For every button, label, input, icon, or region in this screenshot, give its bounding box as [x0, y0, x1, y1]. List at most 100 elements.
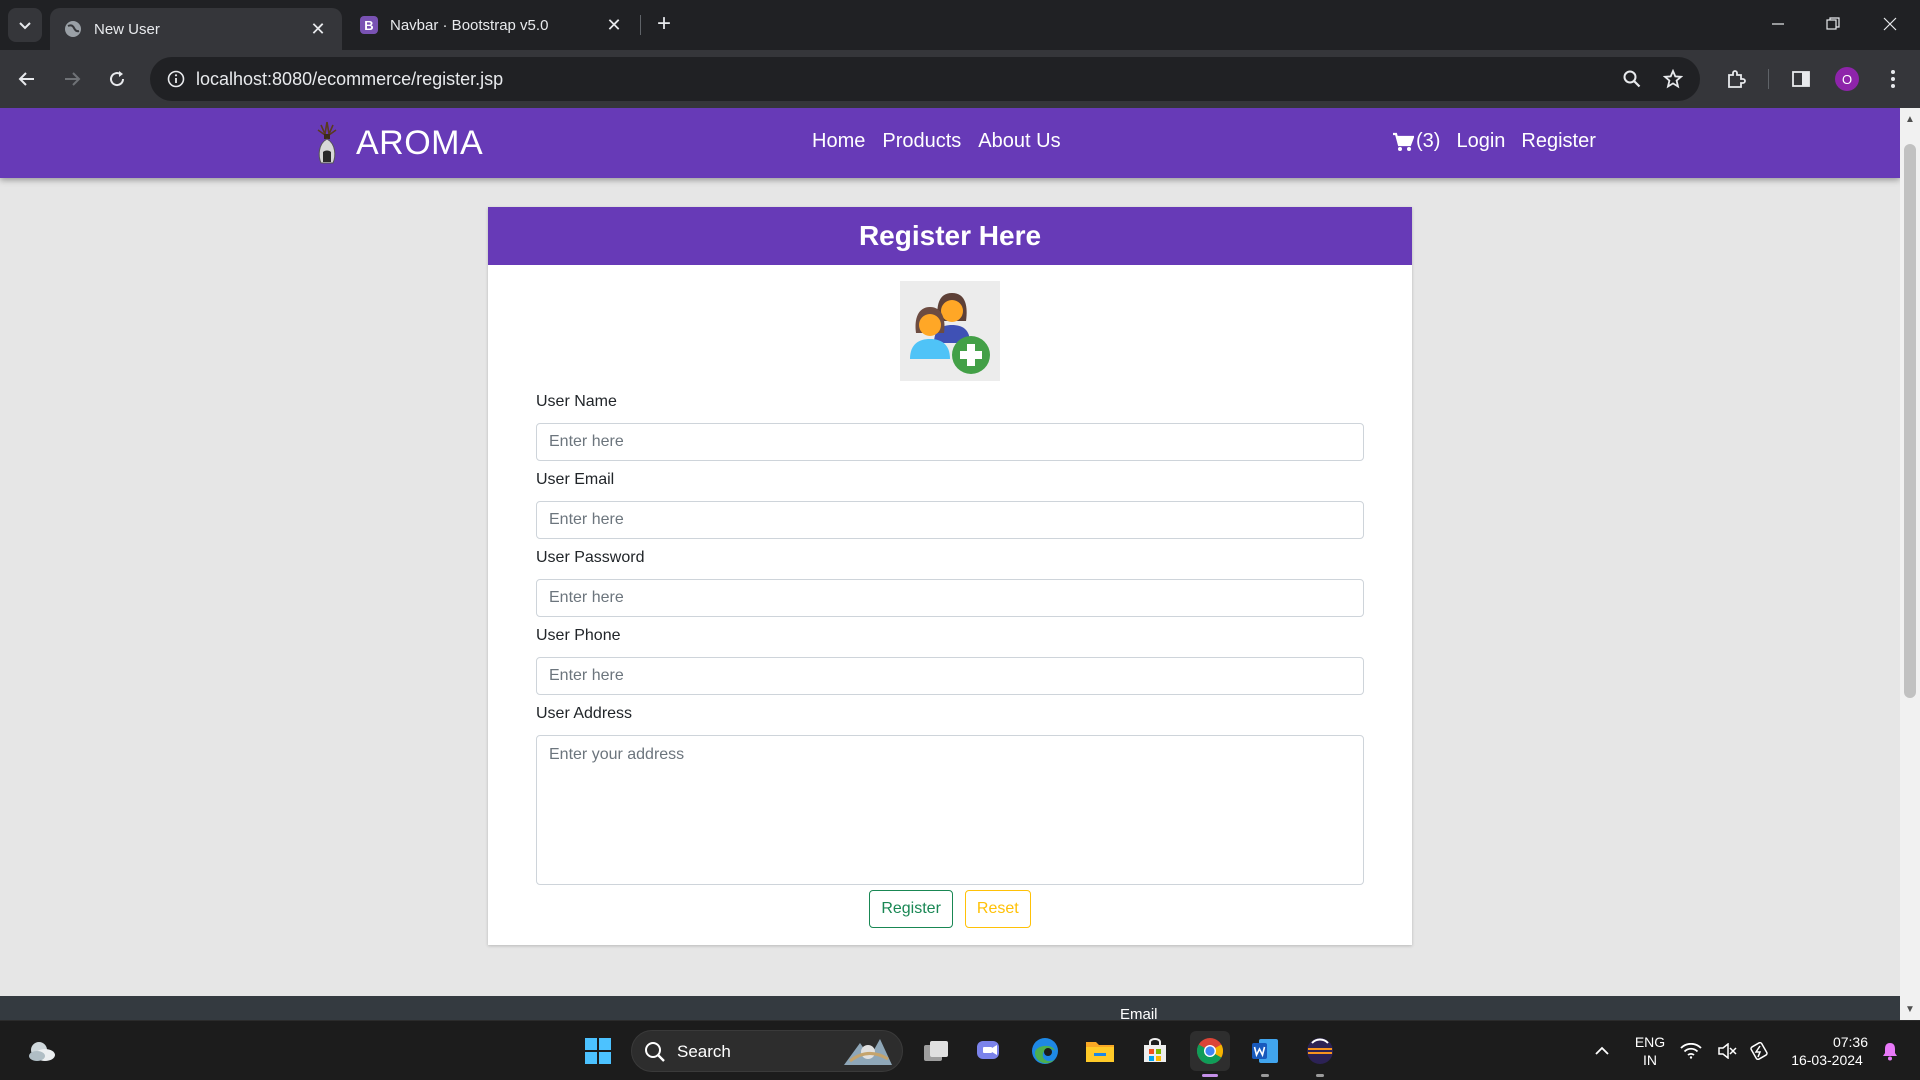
- nav-link-login[interactable]: Login: [1456, 130, 1505, 153]
- phone-group: User Phone: [536, 627, 1364, 695]
- plus-icon: +: [656, 10, 671, 37]
- minimize-button[interactable]: [1758, 8, 1798, 40]
- shopping-cart-icon: [1393, 132, 1414, 151]
- edge-browser-icon[interactable]: [1025, 1031, 1065, 1071]
- task-view-icon[interactable]: [916, 1031, 956, 1071]
- address-label: User Address: [536, 705, 633, 722]
- phone-label: User Phone: [536, 627, 621, 644]
- profile-avatar[interactable]: O: [1835, 67, 1859, 91]
- tab-title: Navbar · Bootstrap v5.0: [390, 16, 549, 34]
- username-label: User Name: [536, 393, 617, 410]
- tab-title: New User: [94, 20, 160, 38]
- arrow-right-icon: [65, 72, 81, 86]
- teams-chat-icon[interactable]: [970, 1031, 1010, 1071]
- phone-input[interactable]: [536, 657, 1364, 695]
- email-group: User Email: [536, 471, 1364, 539]
- add-users-icon: [900, 281, 1000, 381]
- page-scrollbar[interactable]: ▲ ▼: [1900, 108, 1920, 1020]
- password-group: User Password: [536, 549, 1364, 617]
- file-explorer-icon[interactable]: [1080, 1031, 1120, 1071]
- nav-link-about-us[interactable]: About Us: [978, 130, 1060, 153]
- new-tab-button[interactable]: +: [650, 10, 678, 38]
- browser-tab-bar: New User ✕ B Navbar · Bootstrap v5.0 ✕ +: [0, 0, 1920, 50]
- card-title: Register Here: [858, 220, 1042, 251]
- cart-link[interactable]: (3): [1392, 130, 1440, 153]
- nav-link-products[interactable]: Products: [882, 130, 961, 153]
- region-code: IN: [1643, 1052, 1657, 1068]
- password-input[interactable]: [536, 579, 1364, 617]
- language-indicator[interactable]: ENG IN: [1628, 1033, 1672, 1069]
- footer-email-heading: Email: [1120, 1006, 1158, 1020]
- password-label: User Password: [536, 549, 645, 566]
- site-footer: Email: [0, 996, 1900, 1020]
- reset-button[interactable]: Reset: [964, 890, 1031, 928]
- notification-bell-icon[interactable]: [1876, 1031, 1904, 1071]
- page-viewport: AROMA Home Products About Us (3) Login R…: [0, 108, 1900, 1020]
- toolbar-separator: [1768, 69, 1769, 89]
- close-tab-icon[interactable]: ✕: [604, 15, 624, 35]
- site-navbar: AROMA Home Products About Us (3) Login R…: [0, 108, 1900, 178]
- windows-start-icon[interactable]: [578, 1031, 618, 1071]
- scroll-thumb[interactable]: [1904, 144, 1916, 698]
- tab-navbar-bootstrap[interactable]: B Navbar · Bootstrap v5.0 ✕: [346, 7, 638, 43]
- arrow-left-icon: [18, 72, 34, 86]
- microsoft-store-icon[interactable]: [1135, 1031, 1175, 1071]
- close-window-button[interactable]: [1870, 8, 1910, 40]
- tab-search-button[interactable]: [8, 8, 42, 42]
- active-app-indicator: [1202, 1074, 1218, 1077]
- tab-separator: [640, 15, 641, 35]
- email-input[interactable]: [536, 501, 1364, 539]
- side-panel-button[interactable]: [1785, 63, 1817, 95]
- show-hidden-icons-icon[interactable]: [1582, 1031, 1622, 1071]
- site-info-icon[interactable]: [164, 67, 188, 91]
- windows-taskbar: Search ENG IN 07:36 16-03-2024: [0, 1020, 1920, 1080]
- zoom-icon[interactable]: [1620, 67, 1644, 91]
- brand[interactable]: AROMA: [312, 120, 483, 166]
- cart-count: (3): [1416, 130, 1441, 152]
- brand-name: AROMA: [356, 123, 484, 162]
- address-bar[interactable]: localhost:8080/ecommerce/register.jsp: [150, 57, 1700, 101]
- nav-link-home[interactable]: Home: [812, 130, 865, 153]
- volume-muted-icon[interactable]: [1714, 1031, 1740, 1071]
- restore-icon: [1826, 17, 1840, 30]
- word-icon[interactable]: [1245, 1031, 1285, 1077]
- nav-link-register[interactable]: Register: [1521, 130, 1595, 153]
- address-textarea[interactable]: [536, 735, 1364, 885]
- reload-button[interactable]: [101, 63, 133, 95]
- perfume-logo-icon: [317, 121, 337, 164]
- weather-widget-icon[interactable]: [22, 1031, 62, 1071]
- browser-menu-button[interactable]: [1877, 63, 1909, 95]
- running-app-indicator: [1261, 1074, 1269, 1077]
- search-icon: [645, 1042, 665, 1062]
- running-app-indicator: [1316, 1074, 1324, 1077]
- register-button[interactable]: Register: [869, 890, 953, 928]
- scroll-up-icon[interactable]: ▲: [1900, 110, 1920, 128]
- bookmark-star-icon[interactable]: [1661, 67, 1685, 91]
- username-input[interactable]: [536, 423, 1364, 461]
- clock[interactable]: 07:36 16-03-2024: [1782, 1033, 1872, 1069]
- tab-new-user[interactable]: New User ✕: [50, 8, 342, 50]
- chevron-down-icon: [19, 22, 31, 30]
- scroll-down-icon[interactable]: ▼: [1900, 1000, 1920, 1018]
- minimize-icon: [1772, 23, 1784, 25]
- form-actions: Register Reset: [488, 890, 1412, 928]
- back-button[interactable]: [11, 63, 43, 95]
- browser-toolbar: localhost:8080/ecommerce/register.jsp: [0, 50, 1920, 108]
- more-vertical-icon: [1891, 70, 1895, 88]
- puzzle-icon: [1728, 70, 1746, 88]
- battery-charging-icon[interactable]: [1746, 1031, 1772, 1071]
- wifi-icon[interactable]: [1678, 1031, 1704, 1071]
- clock-time: 07:36: [1832, 1034, 1868, 1050]
- chrome-browser-icon[interactable]: [1190, 1031, 1230, 1077]
- restore-button[interactable]: [1813, 8, 1853, 40]
- language-code: ENG: [1634, 1034, 1666, 1050]
- clock-date: 16-03-2024: [1791, 1052, 1863, 1068]
- nav-right: (3) Login Register: [1392, 130, 1596, 153]
- forward-button[interactable]: [56, 63, 88, 95]
- extensions-button[interactable]: [1720, 63, 1752, 95]
- eclipse-ide-icon[interactable]: [1300, 1031, 1340, 1077]
- email-label: User Email: [536, 471, 615, 488]
- taskbar-search[interactable]: Search: [631, 1030, 903, 1072]
- close-tab-icon[interactable]: ✕: [308, 19, 328, 39]
- reload-icon: [110, 71, 125, 87]
